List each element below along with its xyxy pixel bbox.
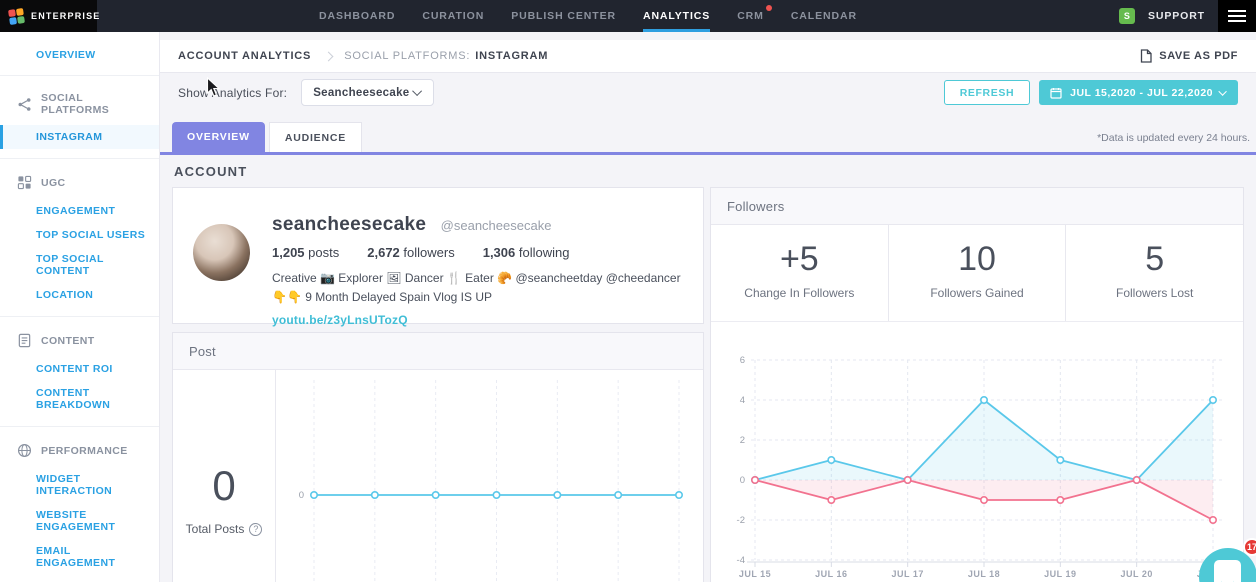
nav-item-crm[interactable]: CRM <box>737 0 764 32</box>
total-posts-value: 0 <box>173 462 275 510</box>
sidebar-section-performance: PERFORMANCE <box>0 434 159 467</box>
nav-item-curation[interactable]: CURATION <box>422 0 484 32</box>
sidebar-item-top-social-users[interactable]: TOP SOCIAL USERS <box>0 223 159 247</box>
account-select[interactable]: Seancheesecake <box>301 79 434 106</box>
breadcrumb-current: INSTAGRAM <box>475 50 548 62</box>
account-stat: 2,672 followers <box>367 245 454 260</box>
user-avatar-badge[interactable]: S <box>1119 8 1135 24</box>
nav-item-dashboard[interactable]: DASHBOARD <box>319 0 395 32</box>
main-panel: ACCOUNT seancheesecake @seancheesecake 1… <box>160 155 1256 582</box>
brand-name: ENTERPRISE <box>31 11 101 21</box>
followers-panel: Followers +5Change In Followers10Followe… <box>710 187 1244 582</box>
chevron-down-icon <box>412 86 422 96</box>
svg-text:JUL 16: JUL 16 <box>815 569 847 579</box>
post-panel: Post 0 Total Posts ? 0 <box>172 332 704 582</box>
calendar-icon <box>1050 87 1062 99</box>
support-link[interactable]: SUPPORT <box>1148 10 1205 22</box>
sidebar-item-engagement[interactable]: ENGAGEMENT <box>0 199 159 223</box>
svg-text:2: 2 <box>740 435 745 446</box>
sidebar-section-ugc: UGC <box>0 166 159 199</box>
nav-item-analytics[interactable]: ANALYTICS <box>643 0 710 32</box>
share-icon <box>17 97 32 112</box>
svg-text:6: 6 <box>740 355 745 366</box>
followers-stat-cell: 10Followers Gained <box>889 225 1067 321</box>
sidebar-item-overview[interactable]: OVERVIEW <box>0 32 159 75</box>
sidebar-item-content-roi[interactable]: CONTENT ROI <box>0 357 159 381</box>
performance-globe-icon <box>17 443 32 458</box>
analytics-toolbar: Show Analytics For: Seancheesecake REFRE… <box>160 73 1256 112</box>
hamburger-menu-icon[interactable] <box>1218 0 1256 32</box>
sidebar-item-location[interactable]: LOCATION <box>0 283 159 307</box>
followers-stat-cell: +5Change In Followers <box>711 225 889 321</box>
svg-text:JUL 17: JUL 17 <box>891 569 923 579</box>
account-card: seancheesecake @seancheesecake 1,205 pos… <box>172 187 704 324</box>
chevron-down-icon <box>1218 87 1226 95</box>
sidebar: OVERVIEW SOCIAL PLATFORMSINSTAGRAM UGCENG… <box>0 32 160 582</box>
account-username: seancheesecake <box>272 214 426 235</box>
notification-dot-icon <box>766 5 772 11</box>
svg-text:4: 4 <box>740 395 745 406</box>
help-icon[interactable]: ? <box>249 523 262 536</box>
svg-text:0: 0 <box>299 490 304 501</box>
breadcrumb-section: SOCIAL PLATFORMS: <box>344 50 470 62</box>
breadcrumb-root[interactable]: ACCOUNT ANALYTICS <box>178 50 311 62</box>
account-handle: @seancheesecake <box>441 218 552 233</box>
account-stat: 1,306 following <box>483 245 570 260</box>
followers-stat-cell: 5Followers Lost <box>1066 225 1243 321</box>
enterprise-logo-icon <box>8 8 25 25</box>
svg-text:JUL 19: JUL 19 <box>1044 569 1076 579</box>
data-update-note: *Data is updated every 24 hours. <box>1097 132 1256 144</box>
nav-item-calendar[interactable]: CALENDAR <box>791 0 857 32</box>
pdf-document-icon <box>1140 49 1152 63</box>
sidebar-item-top-social-content[interactable]: TOP SOCIAL CONTENT <box>0 247 159 283</box>
total-posts-label: Total Posts <box>186 522 245 536</box>
chat-icon <box>1214 560 1241 582</box>
chat-unread-badge: 17 <box>1243 538 1256 556</box>
post-panel-title: Post <box>173 333 703 370</box>
sidebar-section-social-platforms: SOCIAL PLATFORMS <box>0 83 159 125</box>
sidebar-item-website-engagement[interactable]: WEBSITE ENGAGEMENT <box>0 503 159 539</box>
sidebar-section-content: CONTENT <box>0 324 159 357</box>
svg-text:-4: -4 <box>737 555 745 566</box>
content-area: ACCOUNT ANALYTICS SOCIAL PLATFORMS: INST… <box>160 32 1256 582</box>
account-section-title: ACCOUNT <box>174 164 1244 179</box>
svg-text:JUL 18: JUL 18 <box>968 569 1000 579</box>
followers-line-chart: -4 -2 0 2 4 6 JUL 15 JUL 16 JUL 17 JUL 18 JUL 19 JU… <box>711 340 1243 582</box>
svg-text:JUL 15: JUL 15 <box>739 569 771 579</box>
account-bio-link[interactable]: youtu.be/z3yLnsUTozQ <box>272 313 408 327</box>
svg-text:0: 0 <box>740 475 745 486</box>
ugc-grid-icon <box>17 175 32 190</box>
chevron-right-icon <box>324 51 334 61</box>
nav-menu: DASHBOARD CURATION PUBLISH CENTER ANALYTICS… <box>97 0 1079 32</box>
top-nav: ENTERPRISE DASHBOARD CURATION PUBLISH CENT… <box>0 0 1256 32</box>
sidebar-item-user-breakdown[interactable]: USER BREAKDOWN <box>0 575 159 582</box>
account-stat: 1,205 posts <box>272 245 339 260</box>
sidebar-item-email-engagement[interactable]: EMAIL ENGAGEMENT <box>0 539 159 575</box>
save-as-pdf-button[interactable]: SAVE AS PDF <box>1140 49 1238 63</box>
refresh-button[interactable]: REFRESH <box>944 80 1030 105</box>
brand-logo[interactable]: ENTERPRISE <box>0 0 97 32</box>
account-bio: Creative 📷 Explorer 🖼 Dancer 🍴 Eater 🥐 @… <box>272 269 683 307</box>
show-analytics-label: Show Analytics For: <box>178 86 287 100</box>
nav-item-publish-center[interactable]: PUBLISH CENTER <box>511 0 616 32</box>
nav-right: S SUPPORT <box>1119 0 1256 32</box>
account-stats: 1,205 posts 2,672 followers 1,306 followin… <box>272 245 683 260</box>
profile-avatar <box>193 224 250 281</box>
sidebar-item-instagram[interactable]: INSTAGRAM <box>0 125 159 149</box>
tab-audience[interactable]: AUDIENCE <box>269 122 362 152</box>
tab-overview[interactable]: OVERVIEW <box>172 122 265 152</box>
total-posts-stat: 0 Total Posts ? <box>173 370 276 582</box>
sidebar-item-content-breakdown[interactable]: CONTENT BREAKDOWN <box>0 381 159 417</box>
sidebar-item-widget-interaction[interactable]: WIDGET INTERACTION <box>0 467 159 503</box>
followers-stats: +5Change In Followers10Followers Gained5… <box>711 225 1243 322</box>
posts-line-chart: 0 <box>276 370 705 582</box>
tabs-bar: OVERVIEWAUDIENCE *Data is updated every … <box>160 122 1256 155</box>
followers-panel-title: Followers <box>711 188 1243 225</box>
svg-text:-2: -2 <box>737 515 745 526</box>
date-range-picker[interactable]: JUL 15,2020 - JUL 22,2020 <box>1039 80 1238 105</box>
breadcrumb: ACCOUNT ANALYTICS SOCIAL PLATFORMS: INST… <box>160 40 1256 73</box>
svg-text:JUL 20: JUL 20 <box>1120 569 1152 579</box>
content-file-icon <box>17 333 32 348</box>
